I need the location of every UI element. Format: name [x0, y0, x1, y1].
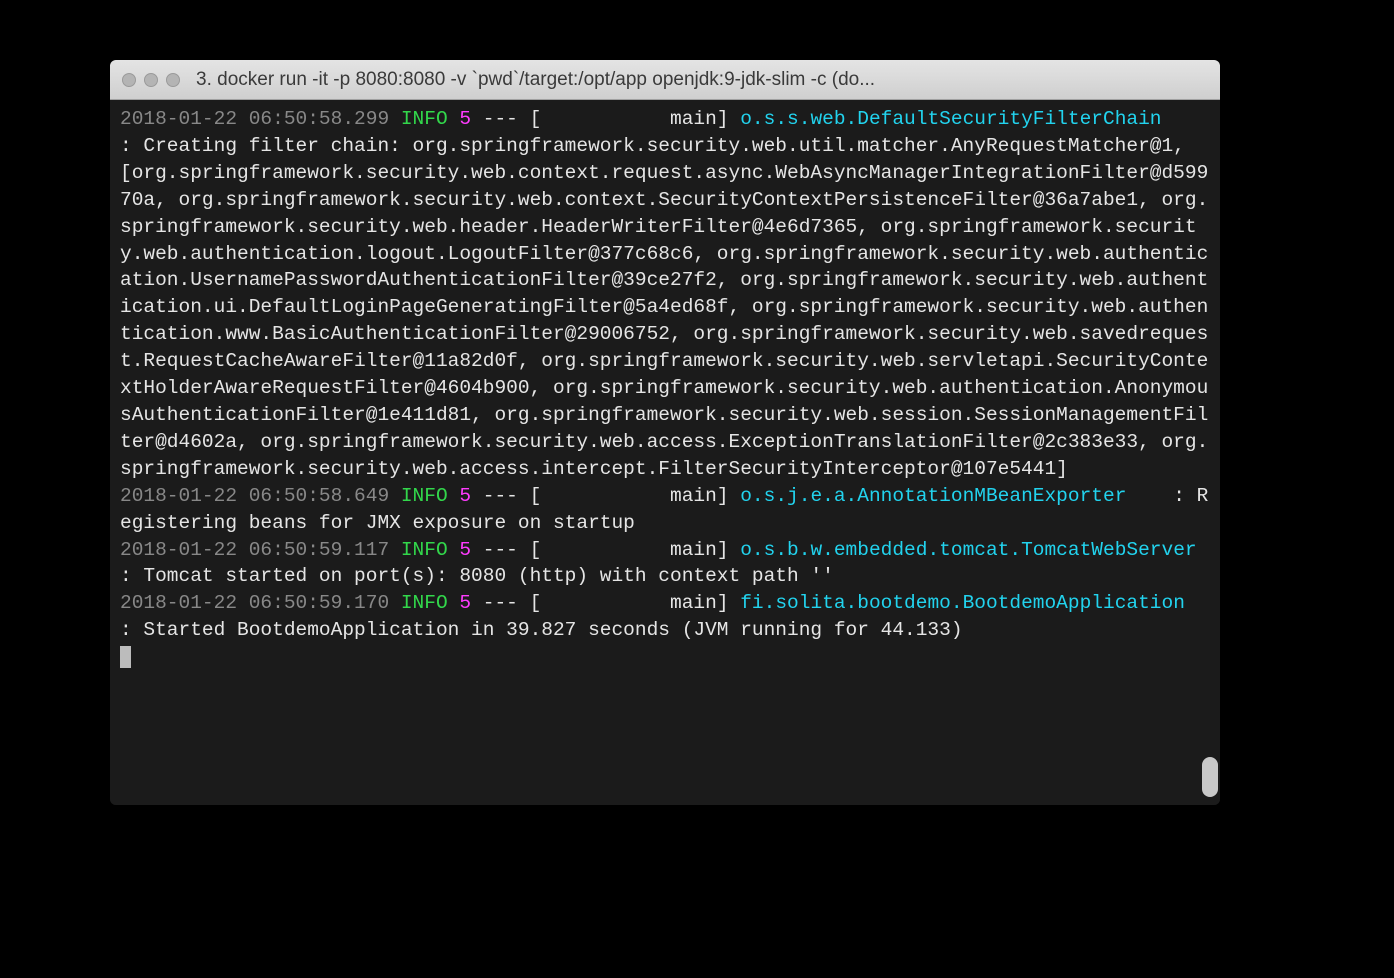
log-pid: 5	[459, 539, 471, 561]
log-logger: o.s.b.w.embedded.tomcat.TomcatWebServer	[740, 539, 1196, 561]
zoom-button[interactable]	[166, 73, 180, 87]
log-timestamp: 2018-01-22 06:50:58.299	[120, 108, 389, 130]
log-level: INFO	[389, 592, 448, 614]
log-sep: --- [	[471, 108, 670, 130]
window-title: 3. docker run -it -p 8080:8080 -v `pwd`/…	[196, 69, 1208, 91]
minimize-button[interactable]	[144, 73, 158, 87]
log-pid: 5	[459, 485, 471, 507]
log-logger: fi.solita.bootdemo.BootdemoApplication	[740, 592, 1185, 614]
log-timestamp: 2018-01-22 06:50:59.170	[120, 592, 389, 614]
log-sep: --- [	[471, 485, 670, 507]
log-level: INFO	[389, 485, 448, 507]
log-timestamp: 2018-01-22 06:50:59.117	[120, 539, 389, 561]
log-message: Creating filter chain: org.springframewo…	[120, 135, 1208, 480]
log-pid: 5	[459, 108, 471, 130]
log-thread: main	[670, 592, 717, 614]
log-message: Tomcat started on port(s): 8080 (http) w…	[143, 565, 833, 587]
terminal-content[interactable]: 2018-01-22 06:50:58.299 INFO 5 --- [ mai…	[110, 100, 1220, 805]
log-logger: o.s.s.web.DefaultSecurityFilterChain	[740, 108, 1161, 130]
log-thread: main	[670, 485, 717, 507]
titlebar[interactable]: 3. docker run -it -p 8080:8080 -v `pwd`/…	[110, 60, 1220, 100]
scrollbar-thumb[interactable]	[1202, 757, 1218, 797]
log-timestamp: 2018-01-22 06:50:58.649	[120, 485, 389, 507]
log-message: Started BootdemoApplication in 39.827 se…	[143, 619, 962, 641]
log-sep: --- [	[471, 539, 670, 561]
log-level: INFO	[389, 108, 448, 130]
log-sep: --- [	[471, 592, 670, 614]
traffic-lights	[122, 73, 180, 87]
log-level: INFO	[389, 539, 448, 561]
log-logger: o.s.j.e.a.AnnotationMBeanExporter	[740, 485, 1126, 507]
log-thread: main	[670, 108, 717, 130]
terminal-window: 3. docker run -it -p 8080:8080 -v `pwd`/…	[110, 60, 1220, 805]
log-pid: 5	[459, 592, 471, 614]
log-thread: main	[670, 539, 717, 561]
close-button[interactable]	[122, 73, 136, 87]
terminal-cursor	[120, 646, 131, 668]
